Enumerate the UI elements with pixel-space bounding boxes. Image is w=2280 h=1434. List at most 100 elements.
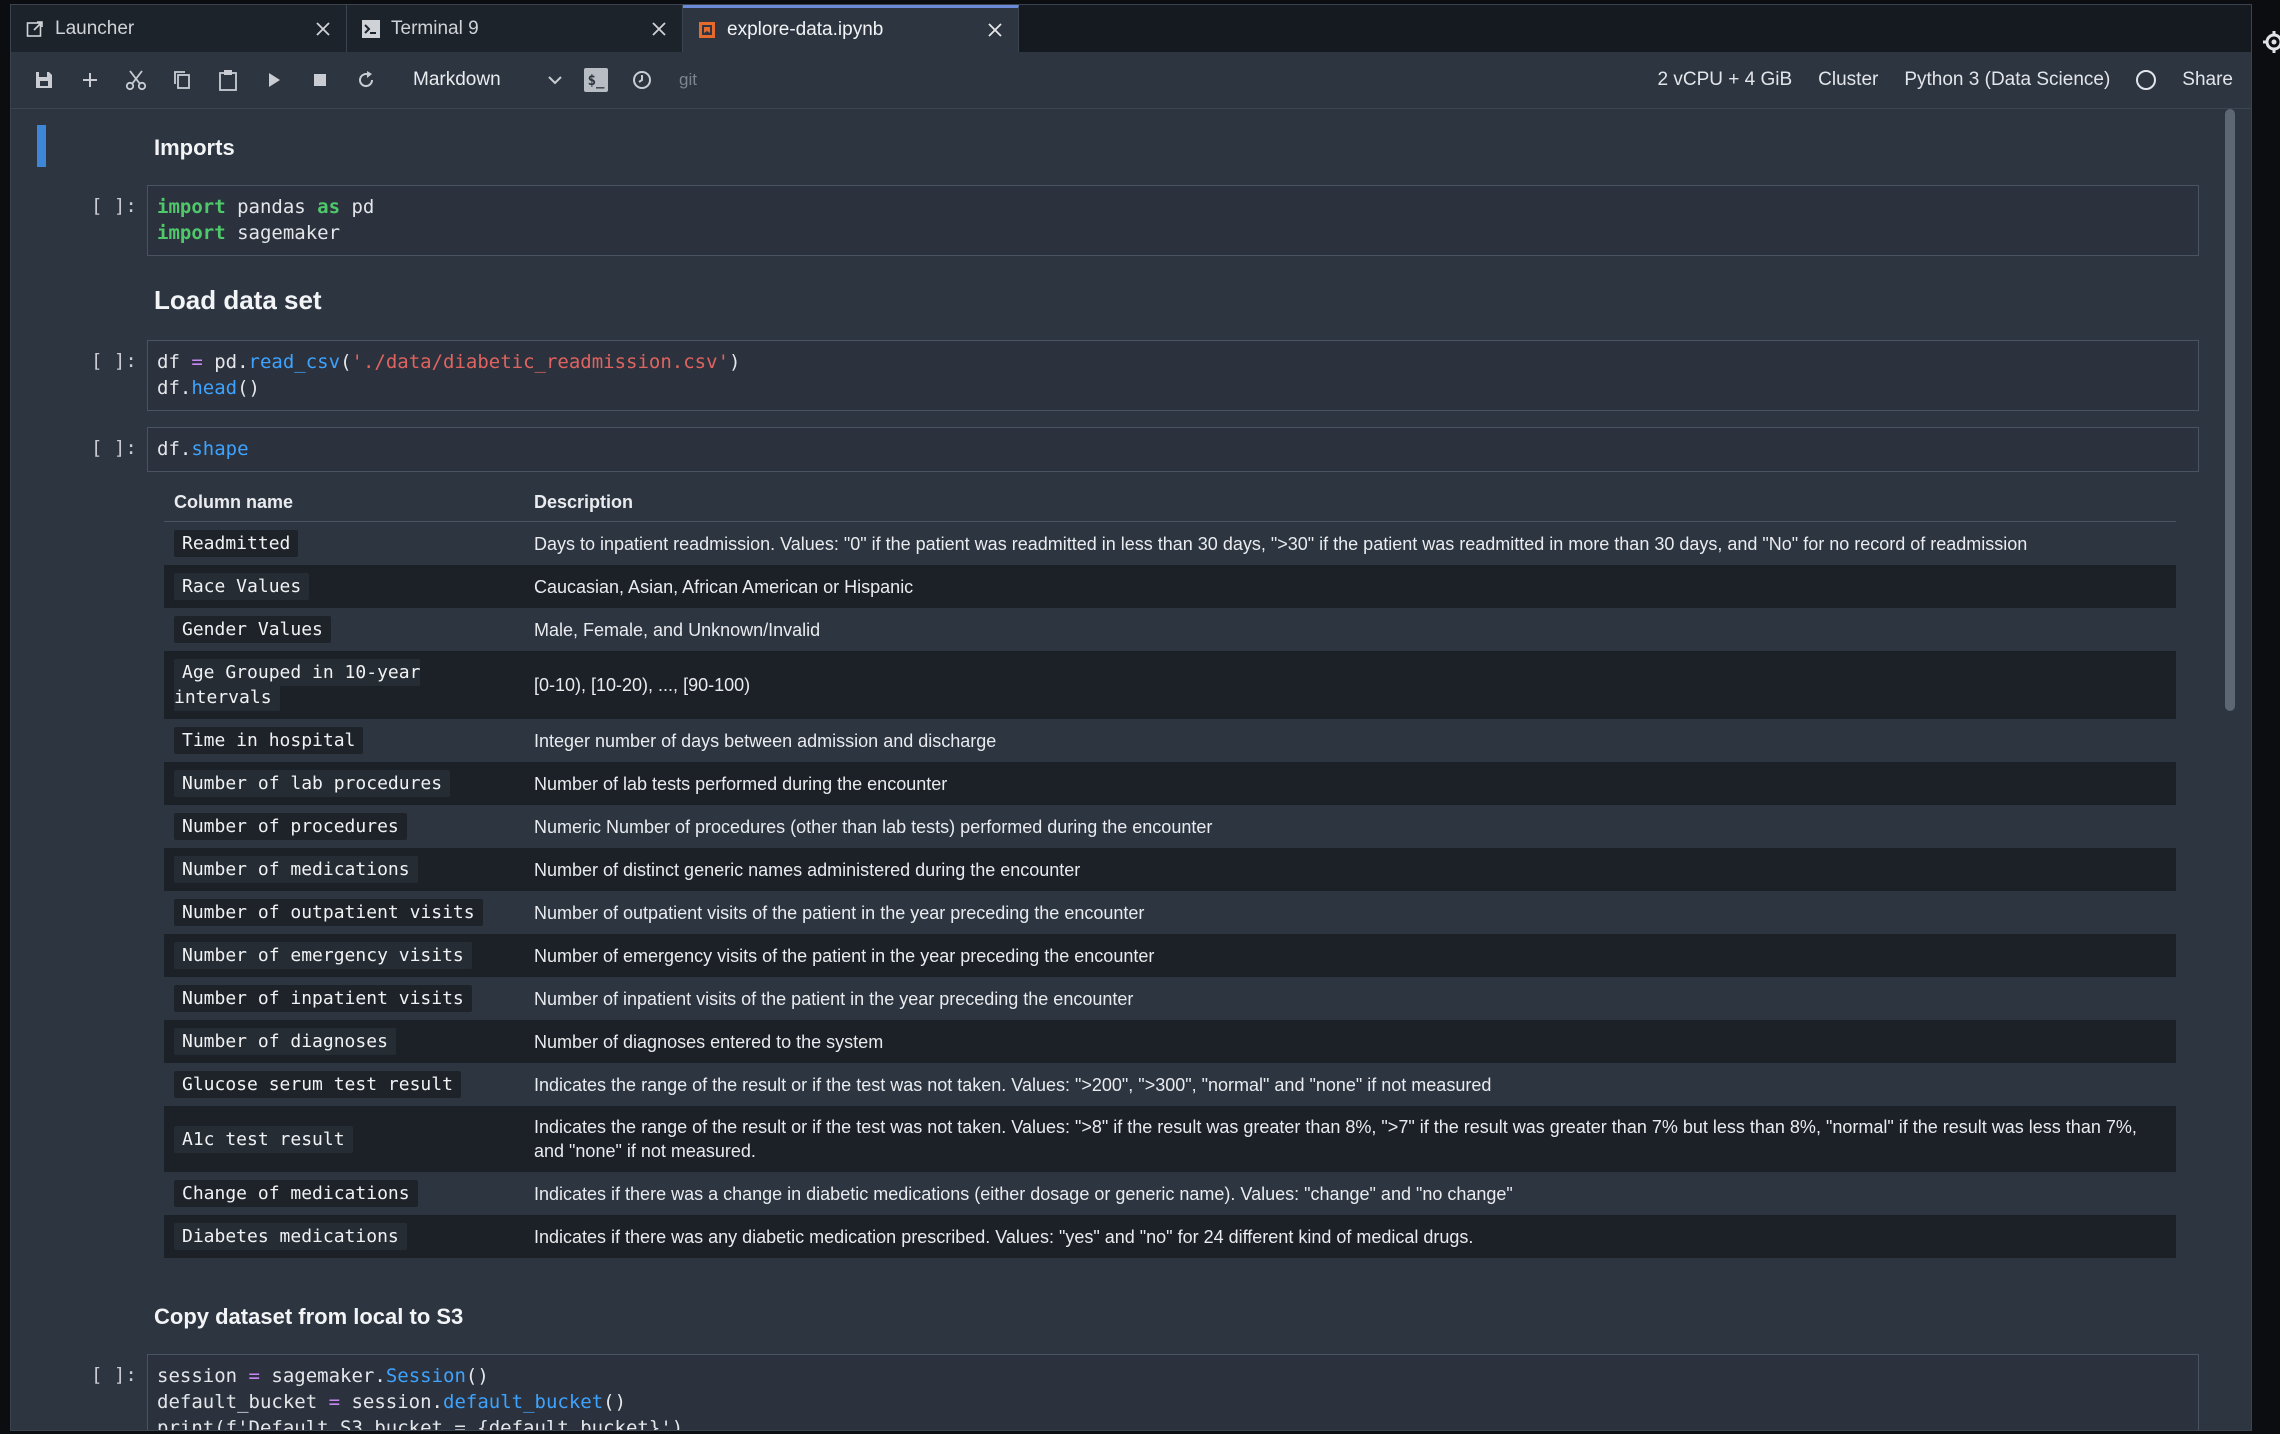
code-cell-imports[interactable]: import pandas as pd import sagemaker	[147, 185, 2199, 256]
column-name-code: Number of procedures	[174, 813, 407, 840]
table-row: Race Values Caucasian, Asian, African Ame…	[164, 565, 2176, 608]
kernel-name[interactable]: Python 3 (Data Science)	[1904, 69, 2110, 91]
table-cell-column-name: Readmitted	[164, 522, 524, 566]
column-name-code: Number of outpatient visits	[174, 899, 483, 926]
stop-icon	[313, 73, 327, 87]
table-row: Number of procedures Numeric Number of pr…	[164, 805, 2176, 848]
save-button[interactable]	[21, 57, 67, 103]
column-name-code: Number of medications	[174, 856, 418, 883]
tab-label: Terminal 9	[391, 17, 479, 39]
code-cell-s3[interactable]: session = sagemaker.Session() default_bu…	[147, 1354, 2199, 1430]
scrollbar-thumb[interactable]	[2225, 109, 2235, 711]
table-row: Readmitted Days to inpatient readmission.…	[164, 522, 2176, 566]
run-button[interactable]	[251, 57, 297, 103]
column-name-code: Number of inpatient visits	[174, 985, 472, 1012]
table-cell-column-name: Number of medications	[164, 848, 524, 891]
table-cell-description: Indicates if there was a change in diabe…	[534, 1183, 1513, 1204]
column-name-code: Change of medications	[174, 1180, 418, 1207]
table-row: Time in hospital Integer number of days b…	[164, 719, 2176, 762]
gear-icon[interactable]	[2262, 30, 2280, 54]
clock-button[interactable]	[619, 57, 665, 103]
table-cell-description: Number of lab tests performed during the…	[534, 773, 948, 794]
table-row: Glucose serum test result Indicates the r…	[164, 1063, 2176, 1106]
column-name-code: Time in hospital	[174, 727, 364, 754]
column-name-code: Race Values	[174, 573, 310, 600]
table-row: Diabetes medications Indicates if there w…	[164, 1215, 2176, 1258]
tab-terminal[interactable]: Terminal 9	[347, 5, 683, 52]
markdown-heading-imports[interactable]: Imports	[154, 135, 235, 161]
paste-icon	[218, 69, 238, 91]
tab-label: explore-data.ipynb	[727, 19, 884, 40]
table-cell-description: Numeric Number of procedures (other than…	[534, 816, 1213, 837]
table-row: Number of outpatient visits Number of out…	[164, 891, 2176, 934]
run-icon	[267, 72, 281, 88]
table-cell-description: Number of emergency visits of the patien…	[534, 945, 1155, 966]
toolbar-right-group: 2 vCPU + 4 GiB Cluster Python 3 (Data Sc…	[1658, 69, 2251, 91]
cut-button[interactable]	[113, 57, 159, 103]
code-cell-load[interactable]: df = pd.read_csv('./data/diabetic_readmi…	[147, 340, 2199, 411]
active-cell-marker	[37, 125, 46, 167]
terminal-icon	[361, 19, 381, 39]
table-body: Readmitted Days to inpatient readmission.…	[164, 522, 2176, 1258]
table-cell-description: Number of outpatient visits of the patie…	[534, 902, 1145, 923]
table-row: Number of inpatient visits Number of inpa…	[164, 977, 2176, 1020]
kernel-status-icon	[2136, 70, 2157, 90]
table-cell-description: Integer number of days between admission…	[534, 730, 997, 751]
table-row: Number of lab procedures Number of lab te…	[164, 762, 2176, 805]
markdown-heading-copy[interactable]: Copy dataset from local to S3	[154, 1304, 463, 1330]
notebook-toolbar: Markdown $_ git 2 vCPU + 4 GiB Cluster P…	[11, 52, 2251, 109]
restart-button[interactable]	[343, 57, 389, 103]
table-row: Age Grouped in 10-year intervals [0-10), …	[164, 651, 2176, 719]
git-label[interactable]: git	[679, 70, 697, 90]
cell-prompt: [ ]:	[91, 195, 137, 217]
add-cell-button[interactable]	[67, 57, 113, 103]
table-cell-description: Male, Female, and Unknown/Invalid	[534, 619, 821, 640]
close-icon[interactable]	[986, 21, 1004, 39]
table-cell-column-name: Glucose serum test result	[164, 1063, 524, 1106]
column-name-code: Number of diagnoses	[174, 1028, 396, 1055]
table-header-description: Description	[524, 482, 2176, 522]
add-cell-icon	[81, 71, 99, 89]
cluster-button[interactable]: Cluster	[1818, 69, 1878, 91]
markdown-heading-load[interactable]: Load data set	[154, 285, 322, 316]
column-name-code: Glucose serum test result	[174, 1071, 461, 1098]
open-terminal-button[interactable]: $_	[573, 57, 619, 103]
save-icon	[34, 70, 54, 90]
table-cell-column-name: Gender Values	[164, 608, 524, 651]
table-cell-description: Caucasian, Asian, African American or Hi…	[534, 576, 914, 597]
tab-label: Launcher	[55, 17, 135, 39]
code-cell-shape[interactable]: df.shape	[147, 427, 2199, 472]
cell-type-dropdown[interactable]: Markdown	[413, 61, 563, 99]
terminal-icon: $_	[584, 68, 608, 92]
vertical-scrollbar[interactable]	[2223, 109, 2237, 1430]
table-cell-column-name: Number of procedures	[164, 805, 524, 848]
cut-icon	[125, 69, 147, 91]
share-button[interactable]: Share	[2182, 69, 2233, 91]
stop-button[interactable]	[297, 57, 343, 103]
column-name-code: Diabetes medications	[174, 1223, 407, 1250]
instance-type[interactable]: 2 vCPU + 4 GiB	[1658, 69, 1793, 91]
tab-launcher[interactable]: Launcher	[11, 5, 347, 52]
table-cell-column-name: Race Values	[164, 565, 524, 608]
notebook-area: Imports [ ]: import pandas as pd import …	[11, 109, 2251, 1430]
chevron-down-icon	[547, 75, 563, 85]
table-cell-description: Days to inpatient readmission. Values: "…	[534, 533, 2028, 554]
close-icon[interactable]	[314, 20, 332, 38]
table-cell-column-name: Time in hospital	[164, 719, 524, 762]
restart-icon	[356, 70, 376, 90]
paste-button[interactable]	[205, 57, 251, 103]
table-cell-column-name: Diabetes medications	[164, 1215, 524, 1258]
svg-text:$_: $_	[588, 73, 605, 89]
cell-prompt: [ ]:	[91, 1364, 137, 1386]
table-cell-description: Number of distinct generic names adminis…	[534, 859, 1081, 880]
close-icon[interactable]	[650, 20, 668, 38]
notebook-icon	[697, 20, 717, 40]
launcher-icon	[25, 19, 45, 39]
table-cell-column-name: Number of outpatient visits	[164, 891, 524, 934]
column-name-code: Gender Values	[174, 616, 331, 643]
cell-prompt: [ ]:	[91, 350, 137, 372]
table-cell-column-name: Number of lab procedures	[164, 762, 524, 805]
tab-explore-data[interactable]: explore-data.ipynb	[683, 5, 1019, 52]
table-cell-column-name: A1c test result	[164, 1106, 524, 1172]
copy-button[interactable]	[159, 57, 205, 103]
